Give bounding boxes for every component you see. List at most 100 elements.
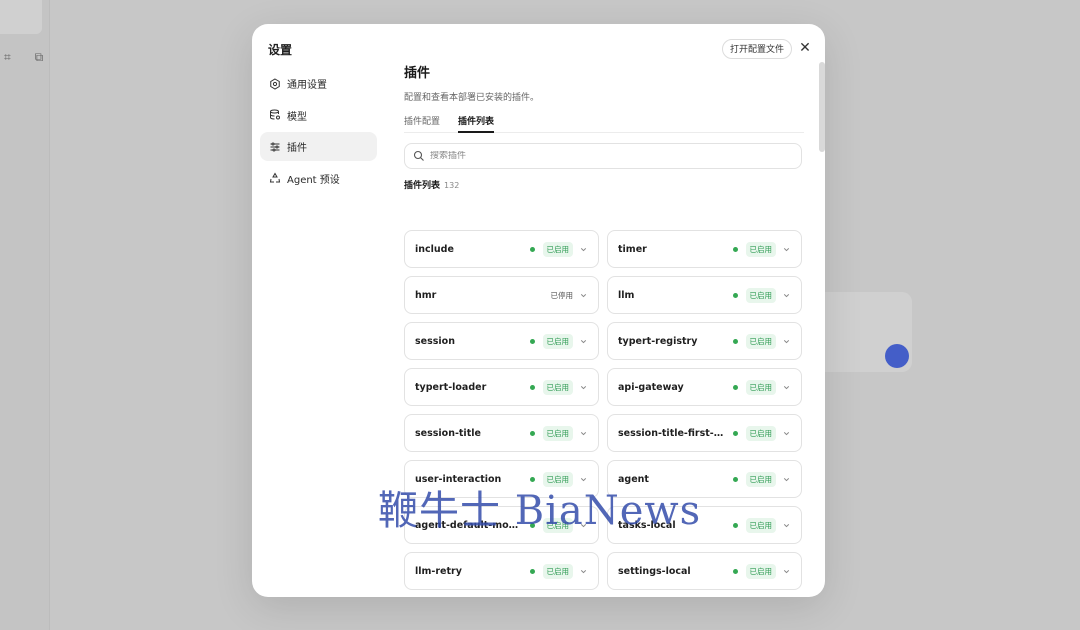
chevron-down-icon[interactable] <box>782 429 791 438</box>
nav-item-agent-presets[interactable]: Agent 预设 <box>260 164 377 193</box>
plugins-panel: 插件 配置和查看本部署已安装的插件。 插件配置 插件列表 插件列表132 inc… <box>404 62 804 590</box>
status-dot <box>732 384 738 390</box>
status-badge: 已启用 <box>745 379 776 395</box>
plugin-name: session <box>415 335 455 347</box>
status-dot <box>732 476 738 482</box>
plugin-card[interactable]: llm 已启用 <box>607 276 802 314</box>
chevron-down-icon[interactable] <box>579 291 588 300</box>
chevron-down-icon[interactable] <box>579 337 588 346</box>
search-icon <box>413 150 425 162</box>
status-dot <box>732 568 738 574</box>
recycle-icon <box>269 172 281 184</box>
status-dot <box>732 292 738 298</box>
database-icon <box>269 109 281 121</box>
plugin-name: api-gateway <box>618 381 684 393</box>
chevron-down-icon[interactable] <box>782 475 791 484</box>
nav-item-general[interactable]: 通用设置 <box>260 69 377 98</box>
plugin-card[interactable]: session-title 已启用 <box>404 414 599 452</box>
chevron-down-icon[interactable] <box>579 429 588 438</box>
status-badge: 已启用 <box>745 287 776 303</box>
status-dot <box>732 246 738 252</box>
plugin-card[interactable]: settings-local 已启用 <box>607 552 802 590</box>
nav-item-label: Agent 预设 <box>287 174 340 186</box>
nav-item-label: 通用设置 <box>287 80 327 91</box>
chevron-down-icon[interactable] <box>782 521 791 530</box>
plugin-card[interactable]: session-title-first-m... 已启用 <box>607 414 802 452</box>
plugin-card[interactable]: timer 已启用 <box>607 230 802 268</box>
plugin-name: tasks-local <box>618 519 676 531</box>
status-badge: 已启用 <box>542 425 573 441</box>
chevron-down-icon[interactable] <box>579 567 588 576</box>
status-badge: 已启用 <box>542 333 573 349</box>
nav-item-plugins[interactable]: 插件 <box>260 132 377 161</box>
chevron-down-icon[interactable] <box>579 521 588 530</box>
status-badge: 已启用 <box>542 563 573 579</box>
plugin-name: timer <box>618 243 647 255</box>
plugin-card[interactable]: user-interaction 已启用 <box>404 460 599 498</box>
plugin-tabs: 插件配置 插件列表 <box>404 114 804 133</box>
plugin-card[interactable]: tasks-local 已启用 <box>607 506 802 544</box>
status-badge: 已停用 <box>550 290 574 300</box>
plugin-name: settings-local <box>618 565 691 577</box>
status-dot <box>529 338 535 344</box>
plugin-search[interactable] <box>404 143 802 169</box>
search-input[interactable] <box>430 151 780 161</box>
plugin-name: session-title <box>415 427 481 439</box>
chevron-down-icon[interactable] <box>782 567 791 576</box>
plugin-card[interactable]: agent 已启用 <box>607 460 802 498</box>
plugin-grid: include 已启用 timer 已启用 hmr 已停用 llm 已启用 session 已启用… <box>404 230 804 597</box>
scrollbar[interactable] <box>819 62 825 152</box>
plugin-card[interactable]: hmr 已停用 <box>404 276 599 314</box>
tab-plugin-config[interactable]: 插件配置 <box>404 114 440 133</box>
plugin-card[interactable]: typert-registry 已启用 <box>607 322 802 360</box>
status-badge: 已启用 <box>542 379 573 395</box>
chevron-down-icon[interactable] <box>579 245 588 254</box>
status-badge: 已启用 <box>745 241 776 257</box>
status-badge: 已启用 <box>745 471 776 487</box>
nav-item-label: 插件 <box>287 143 307 154</box>
plugin-card[interactable]: agent-default-model 已启用 <box>404 506 599 544</box>
chevron-down-icon[interactable] <box>579 475 588 484</box>
settings-nav: 通用设置 模型 插件 Agent 预设 <box>260 69 377 195</box>
page-description: 配置和查看本部署已安装的插件。 <box>404 93 540 103</box>
plugin-name: llm-retry <box>415 565 462 577</box>
status-dot <box>529 476 535 482</box>
close-icon[interactable]: ✕ <box>796 38 814 58</box>
plugin-name: agent <box>618 473 649 485</box>
gear-icon <box>269 77 281 90</box>
plugin-name: typert-loader <box>415 381 487 393</box>
plugin-card[interactable]: typert-loader 已启用 <box>404 368 599 406</box>
status-badge: 已启用 <box>542 517 573 533</box>
status-badge: 已启用 <box>542 471 573 487</box>
status-badge: 已启用 <box>745 517 776 533</box>
status-dot <box>732 338 738 344</box>
status-dot <box>732 430 738 436</box>
chevron-down-icon[interactable] <box>782 383 791 392</box>
plugin-card[interactable]: llm-retry 已启用 <box>404 552 599 590</box>
plugin-name: include <box>415 243 454 255</box>
status-badge: 已启用 <box>542 241 573 257</box>
status-dot <box>529 384 535 390</box>
plugin-name: user-interaction <box>415 473 502 485</box>
plugin-name: agent-default-model <box>415 519 524 531</box>
chevron-down-icon[interactable] <box>782 337 791 346</box>
plugin-card[interactable]: api-gateway 已启用 <box>607 368 802 406</box>
chevron-down-icon[interactable] <box>579 383 588 392</box>
plugin-name: typert-registry <box>618 335 698 347</box>
chevron-down-icon[interactable] <box>782 291 791 300</box>
open-config-file-button[interactable]: 打开配置文件 <box>722 39 793 59</box>
plugin-list-title: 插件列表 <box>404 181 441 191</box>
dialog-title: 设置 <box>268 43 293 57</box>
plugin-card[interactable]: include 已启用 <box>404 230 599 268</box>
plugin-name: session-title-first-m... <box>618 427 727 439</box>
tab-plugin-list[interactable]: 插件列表 <box>458 114 495 133</box>
nav-item-models[interactable]: 模型 <box>260 101 377 130</box>
sliders-icon <box>269 141 281 153</box>
page-title: 插件 <box>404 66 431 81</box>
plugin-name: hmr <box>415 289 437 301</box>
plugin-card[interactable]: session 已启用 <box>404 322 599 360</box>
status-badge: 已启用 <box>745 425 776 441</box>
plugin-name: llm <box>618 289 635 301</box>
status-dot <box>529 568 535 574</box>
chevron-down-icon[interactable] <box>782 245 791 254</box>
